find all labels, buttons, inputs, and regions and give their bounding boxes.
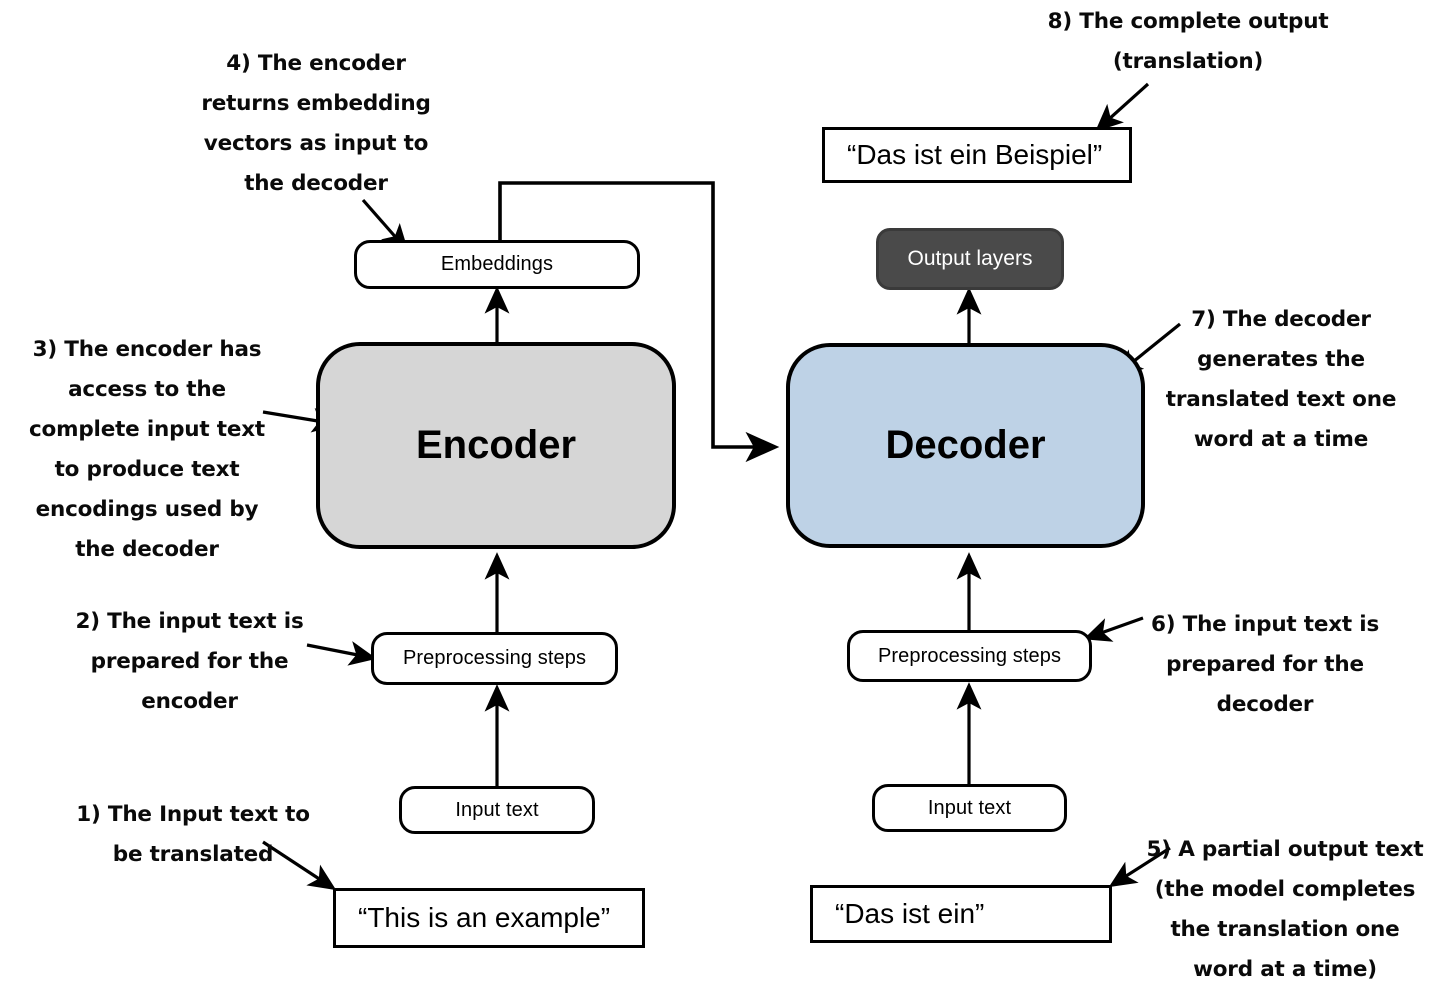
node-input-text-decoder[interactable]: Input text <box>872 784 1067 832</box>
node-output-layers-label: Output layers <box>907 247 1033 270</box>
node-preprocessing-encoder-label: Preprocessing steps <box>402 647 587 669</box>
diagram-canvas: Embeddings Encoder Preprocessing steps I… <box>0 0 1438 1001</box>
node-input-text-encoder-label: Input text <box>455 798 539 821</box>
node-source-text[interactable]: “This is an example” <box>333 888 645 948</box>
node-source-text-label: “This is an example” <box>358 902 611 933</box>
annotation-step-6: 6) The input text is prepared for the de… <box>1150 612 1380 717</box>
node-complete-output-text-label: “Das ist ein Beispiel” <box>847 139 1103 170</box>
node-output-layers[interactable]: Output layers <box>876 228 1064 290</box>
node-input-text-decoder-label: Input text <box>927 796 1012 819</box>
annotation-step-5: 5) A partial output text (the model comp… <box>1146 837 1424 982</box>
annotation-step-3: 3) The encoder has access to the complet… <box>29 337 265 562</box>
annotation-step-7: 7) The decoder generates the translated … <box>1165 307 1397 452</box>
node-preprocessing-decoder-label: Preprocessing steps <box>877 644 1062 667</box>
annotation-step-8: 8) The complete output (translation) <box>1047 9 1329 74</box>
node-preprocessing-encoder[interactable]: Preprocessing steps <box>371 632 618 685</box>
node-decoder[interactable]: Decoder <box>786 343 1145 548</box>
node-encoder-label: Encoder <box>415 423 577 467</box>
node-encoder[interactable]: Encoder <box>316 342 676 549</box>
annotation-step-2: 2) The input text is prepared for the en… <box>75 609 304 714</box>
annotation-step-4: 4) The encoder returns embedding vectors… <box>201 51 431 196</box>
node-partial-output-text-label: “Das ist ein” <box>835 898 985 929</box>
node-input-text-encoder[interactable]: Input text <box>399 786 595 834</box>
node-embeddings[interactable]: Embeddings <box>354 240 640 289</box>
node-preprocessing-decoder[interactable]: Preprocessing steps <box>847 630 1092 682</box>
node-decoder-label: Decoder <box>885 423 1046 467</box>
node-partial-output-text[interactable]: “Das ist ein” <box>810 885 1112 943</box>
annotation-step-1: 1) The Input text to be translated <box>76 802 310 867</box>
node-embeddings-label: Embeddings <box>440 253 554 275</box>
node-complete-output-text[interactable]: “Das ist ein Beispiel” <box>822 127 1132 183</box>
